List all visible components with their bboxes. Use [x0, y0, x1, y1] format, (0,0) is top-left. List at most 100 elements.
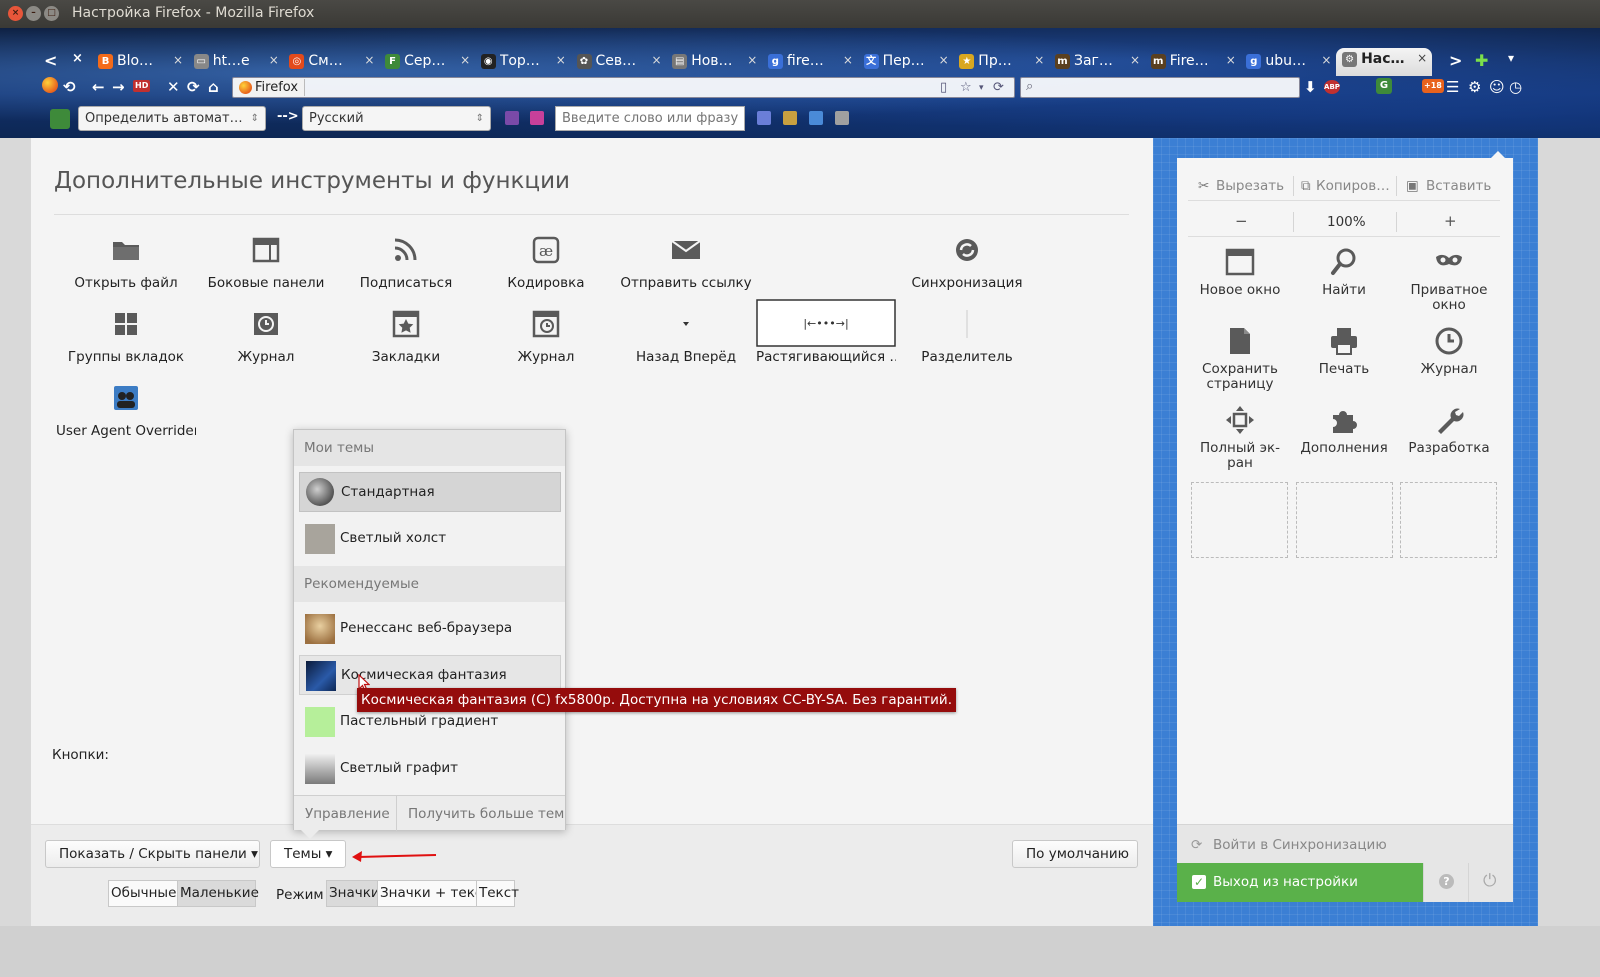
palette-item-tab-groups[interactable]: Группы вкладок [56, 310, 196, 380]
tab-close-icon[interactable]: × [72, 51, 83, 66]
tab[interactable]: g ubu… × [1240, 50, 1336, 74]
tab-close-icon[interactable]: × [1130, 53, 1140, 67]
palette-item-history-panel[interactable]: Журнал [476, 310, 616, 380]
forward-button[interactable]: → [112, 78, 125, 96]
palette-item-folder[interactable]: Открыть файл [56, 236, 196, 306]
tab-close-icon[interactable]: × [269, 53, 279, 67]
tab-close-icon[interactable]: × [747, 53, 757, 67]
panel-item-fullscreen[interactable]: Полный эк-ран [1188, 405, 1292, 480]
palette-item-sync[interactable]: Синхронизация [897, 236, 1037, 306]
palette-item-history[interactable]: Журнал [196, 310, 336, 380]
tab[interactable]: F Сер… × [379, 50, 475, 74]
panel-item-history[interactable]: Журнал [1397, 326, 1501, 401]
palette-item-back-forward[interactable]: Назад Вперёд [616, 310, 756, 380]
panel-item-new-window[interactable]: Новое окно [1188, 247, 1292, 322]
weather-icon[interactable]: +18 [1422, 79, 1444, 93]
tab-active[interactable]: ⚙ Нас… × [1336, 48, 1433, 76]
translate-icon[interactable] [757, 111, 771, 125]
zoom-in-button[interactable]: + [1444, 212, 1457, 230]
translate-phrase-input[interactable] [555, 106, 745, 131]
tab-close-icon[interactable]: × [364, 53, 374, 67]
tab-close-icon[interactable]: × [556, 53, 566, 67]
firefox-menu-icon[interactable] [42, 77, 58, 93]
zoom-reset-button[interactable]: 100% [1327, 214, 1366, 230]
back-button[interactable]: ← [92, 78, 105, 96]
get-more-themes-link[interactable]: Получить больше тем [408, 806, 564, 822]
exit-customize-button[interactable]: ✓ Выход из настройки [1177, 863, 1423, 902]
palette-item-user-agent[interactable]: User Agent Overrider [56, 384, 196, 454]
themes-button[interactable]: Темы ▾ [270, 840, 346, 868]
tab[interactable]: m Fire… × [1145, 50, 1241, 74]
sync-status-icon[interactable]: ⟲ [63, 78, 76, 96]
tab[interactable]: B Blo… × [92, 50, 188, 74]
panel-item-save-page[interactable]: Сохранить страницу [1188, 326, 1292, 401]
translate-page-icon[interactable] [505, 111, 519, 125]
gear-icon[interactable]: ⚙ [1468, 78, 1481, 96]
hd-badge-icon[interactable]: HD [133, 80, 151, 92]
url-reload-icon[interactable]: ⟳ [993, 80, 1004, 95]
palette-item-mail[interactable]: Отправить ссылку [616, 236, 756, 306]
panel-item-print[interactable]: Печать [1292, 326, 1396, 401]
settings-icon[interactable] [835, 111, 849, 125]
bookmark-star-icon[interactable]: ☆ [960, 80, 972, 95]
url-bar[interactable]: Firefox ▯ ☆ ▾ ⟳ [232, 77, 1015, 98]
clock-icon[interactable]: ◷ [1509, 78, 1522, 96]
copy-button[interactable]: Копиров… [1316, 178, 1390, 194]
tab-close-icon[interactable]: × [843, 53, 853, 67]
home-button[interactable]: ⌂ [208, 78, 219, 96]
tab-close-icon[interactable]: × [1034, 53, 1044, 67]
cut-button[interactable]: Вырезать [1216, 178, 1284, 194]
tab-close-icon[interactable]: × [652, 53, 662, 67]
paste-button[interactable]: Вставить [1426, 178, 1491, 194]
mode-icons-text-option[interactable]: Значки + текст [377, 880, 490, 907]
tab[interactable]: 文 Пер… × [858, 50, 954, 74]
show-hide-toolbars-button[interactable]: Показать / Скрыть панели ▾ [45, 840, 260, 868]
tab-close-icon[interactable]: × [939, 53, 949, 67]
buttons-normal-option[interactable]: Обычные [108, 880, 178, 907]
adblock-icon[interactable]: ABP [1324, 80, 1340, 94]
palette-item-bookmarks[interactable]: Закладки [336, 310, 476, 380]
panel-item-developer[interactable]: Разработка [1397, 405, 1501, 480]
tab[interactable]: ◎ См… × [283, 50, 379, 74]
tab[interactable]: ◉ Тор… × [475, 50, 571, 74]
palette-item-rss[interactable]: Подписаться [336, 236, 476, 306]
tab[interactable]: ▤ Нов… × [666, 50, 762, 74]
window-minimize-button[interactable]: – [26, 6, 41, 21]
tab[interactable]: ▭ ht…e × [188, 50, 284, 74]
extension-icon[interactable]: G [1376, 78, 1392, 94]
tab[interactable]: m Заг… × [1049, 50, 1145, 74]
help-button[interactable]: ? [1423, 863, 1468, 902]
url-dropdown-icon[interactable]: ▾ [979, 83, 984, 93]
palette-item-sidebar[interactable]: Боковые панели [196, 236, 336, 306]
window-maximize-button[interactable]: □ [44, 6, 59, 21]
reload-button[interactable]: ⟳ [187, 78, 200, 96]
menu-icon[interactable]: ☰ [1446, 78, 1459, 96]
manage-themes-link[interactable]: Управление [305, 806, 390, 822]
target-language-select[interactable]: Русский ⇕ [302, 106, 491, 131]
tab-close-icon[interactable]: × [460, 53, 470, 67]
tab-scroll-left-button[interactable]: < [44, 51, 57, 70]
theme-item-default[interactable]: Стандартная [299, 472, 561, 512]
theme-item-light-canvas[interactable]: Светлый холст [299, 519, 561, 559]
site-identity-box[interactable]: Firefox [235, 79, 306, 96]
new-tab-button[interactable]: ✚ [1475, 51, 1488, 70]
tab-close-icon[interactable]: × [1417, 51, 1427, 65]
theme-item-light-graphite[interactable]: Светлый графит [299, 749, 561, 789]
palette-item-encoding[interactable]: æ Кодировка [476, 236, 616, 306]
tab[interactable]: g fire… × [762, 50, 858, 74]
dictionary-icon[interactable] [530, 111, 544, 125]
theme-item-renaissance[interactable]: Ренессанс веб-браузера [299, 609, 561, 649]
panel-item-addons[interactable]: Дополнения [1292, 405, 1396, 480]
palette-item-separator[interactable]: Разделитель [897, 310, 1037, 380]
window-close-button[interactable]: × [8, 6, 23, 21]
mode-text-option[interactable]: Текст [476, 880, 519, 907]
tab-scroll-right-button[interactable]: > [1449, 51, 1462, 70]
panel-item-private-window[interactable]: Приватное окно [1397, 247, 1501, 322]
chat-icon[interactable]: ☺ [1489, 78, 1505, 96]
stop-button[interactable]: ✕ [167, 78, 180, 96]
quit-button[interactable]: ⏻ [1468, 863, 1513, 902]
tab-close-icon[interactable]: × [173, 53, 183, 67]
palette-item-flexible-space[interactable]: |←•••→| Растягивающийся … [756, 299, 896, 380]
buttons-small-option[interactable]: Маленькие [177, 880, 259, 907]
panel-item-find[interactable]: Найти [1292, 247, 1396, 322]
